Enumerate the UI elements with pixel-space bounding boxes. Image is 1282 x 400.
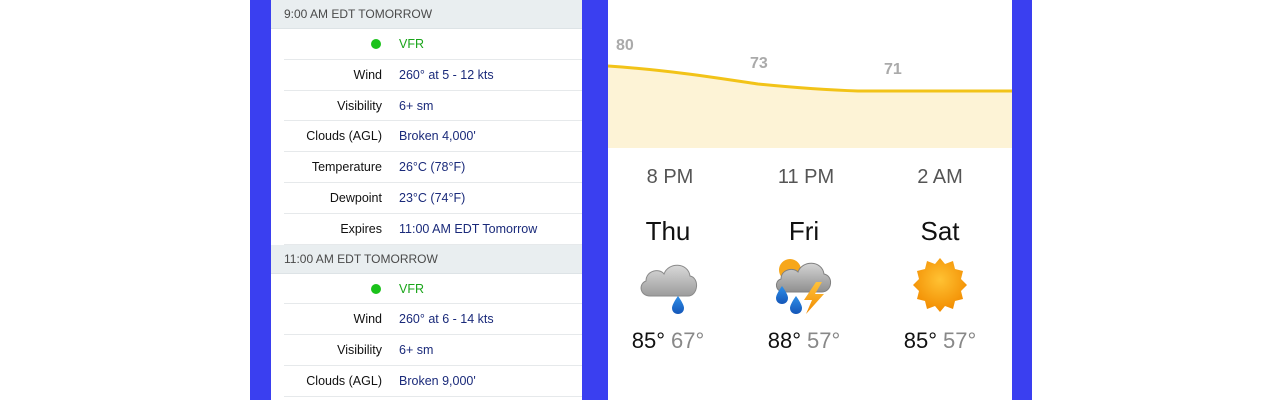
hourly-temp-label: 71 xyxy=(884,61,902,78)
row-label: Visibility xyxy=(337,343,382,358)
flight-category-row: VFR xyxy=(271,29,582,60)
wind-row: Wind 260° at 5 - 12 kts xyxy=(271,60,582,91)
row-label: Expires xyxy=(340,221,382,236)
forecast-day-label: Fri xyxy=(788,216,820,246)
high-temp: 85° xyxy=(903,328,937,353)
hourly-temp-label: 80 xyxy=(616,37,634,54)
high-temp: 85° xyxy=(631,328,665,353)
low-temp: 57° xyxy=(943,328,977,353)
row-label: Clouds (AGL) xyxy=(306,373,382,388)
low-temp: 67° xyxy=(671,328,705,353)
temperature-area-fill xyxy=(608,66,1012,148)
row-value: 23°C (74°F) xyxy=(399,190,466,205)
row-label: Temperature xyxy=(311,160,382,175)
visibility-row: Visibility 6+ sm xyxy=(271,91,582,122)
row-value: Broken 9,000' xyxy=(399,373,476,388)
high-temp: 88° xyxy=(767,328,801,353)
row-value: 26°C (78°F) xyxy=(399,160,466,175)
sun-icon xyxy=(913,258,967,312)
vfr-status-dot xyxy=(371,39,381,49)
flight-category-row: VFR xyxy=(271,274,582,305)
forecast-period-header: 9:00 AM EDT TOMORROW xyxy=(271,0,582,29)
forecast-day-label: Sat xyxy=(920,216,960,246)
day-temperature: 85° 57° xyxy=(880,328,1000,354)
row-label: Visibility xyxy=(337,98,382,113)
row-label: Wind xyxy=(353,67,382,82)
cloud-rain-icon xyxy=(640,264,697,314)
row-label: Dewpoint xyxy=(329,190,382,205)
weather-forecast-panel: 80 73 71 8 PM 11 PM 2 AM Thu Fri Sat 85°… xyxy=(608,0,1012,400)
forecast-day-label: Thu xyxy=(645,216,691,246)
temperature-row: Temperature 26°C (78°F) xyxy=(271,152,582,183)
row-value: 260° at 5 - 12 kts xyxy=(399,67,494,82)
expires-row: Expires 11:00 AM EDT Tomorrow xyxy=(271,214,582,245)
flight-category-value: VFR xyxy=(399,37,424,51)
forecast-period-header: 11:00 AM EDT TOMORROW xyxy=(271,244,582,274)
thunderstorm-icon xyxy=(776,259,831,314)
clouds-row: Clouds (AGL) Broken 9,000' xyxy=(271,366,582,397)
visibility-row: Visibility 6+ sm xyxy=(271,335,582,366)
row-value: 11:00 AM EDT Tomorrow xyxy=(399,221,538,236)
wind-row: Wind 260° at 6 - 14 kts xyxy=(271,304,582,335)
row-label: Wind xyxy=(353,312,382,327)
hourly-time-label: 2 AM xyxy=(917,166,963,188)
row-value: 6+ sm xyxy=(399,343,434,358)
hourly-time-label: 11 PM xyxy=(777,166,835,188)
dewpoint-row: Dewpoint 23°C (74°F) xyxy=(271,183,582,214)
day-temperature: 85° 67° xyxy=(608,328,728,354)
hourly-temperature-graph: 80 73 71 xyxy=(608,37,1012,148)
aviation-forecast-panel: 9:00 AM EDT TOMORROW VFR Wind 260° at 5 … xyxy=(271,0,582,400)
clouds-row: Clouds (AGL) Broken 4,000' xyxy=(271,121,582,152)
right-device-frame xyxy=(1012,0,1032,400)
row-value: Broken 4,000' xyxy=(399,129,476,144)
row-value: 6+ sm xyxy=(399,98,434,113)
flight-category-value: VFR xyxy=(399,281,424,296)
row-value: 260° at 6 - 14 kts xyxy=(399,312,494,327)
hourly-time-label: 8 PM xyxy=(646,166,694,188)
hourly-temp-label: 73 xyxy=(750,55,768,72)
vfr-status-dot xyxy=(371,283,381,294)
row-label: Clouds (AGL) xyxy=(306,129,382,144)
low-temp: 57° xyxy=(807,328,841,353)
day-temperature: 88° 57° xyxy=(744,328,864,354)
